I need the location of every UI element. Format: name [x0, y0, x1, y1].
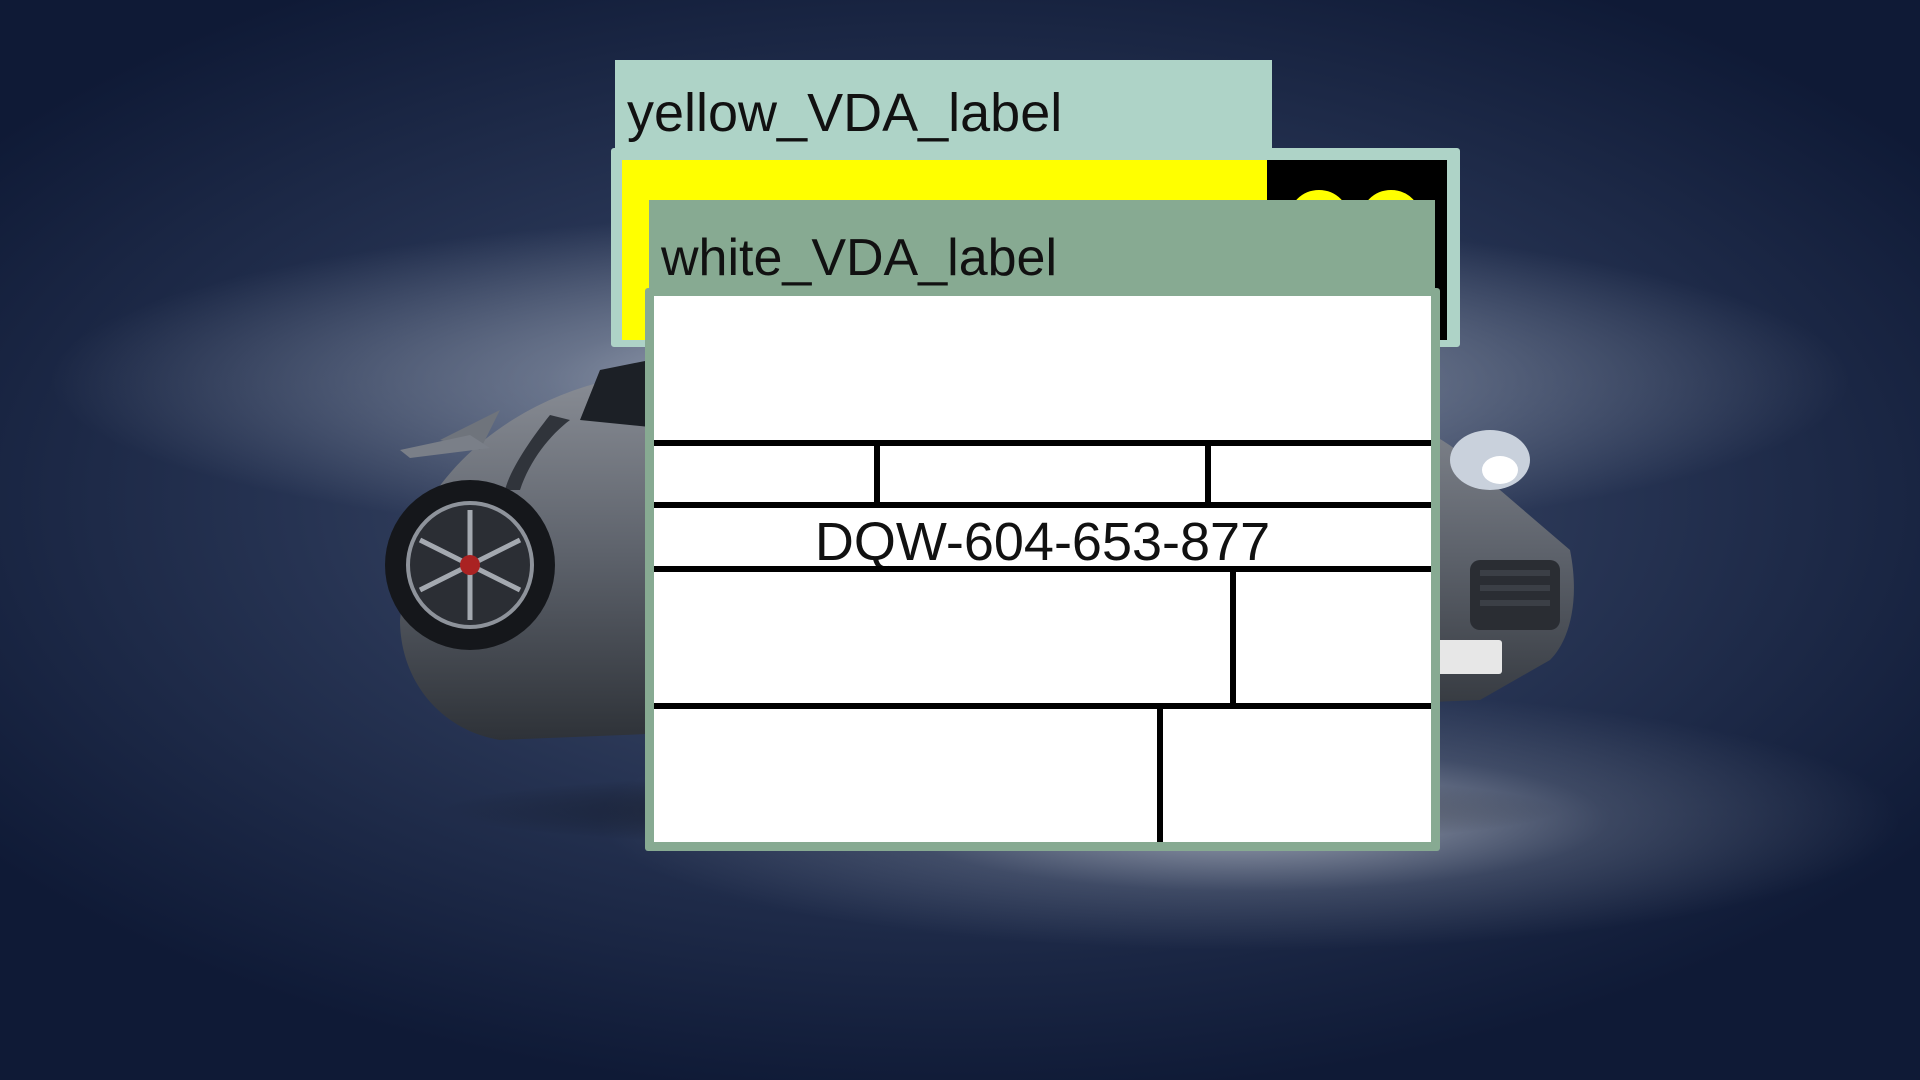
white-label-title: white_VDA_label: [661, 229, 1058, 287]
label-divider: [654, 502, 1431, 508]
white-label-plate-number: DQW-604-653-877: [814, 512, 1271, 572]
white-label-body: DQW-604-653-877: [654, 296, 1431, 842]
label-divider: [654, 703, 1431, 709]
white-label-title-bar[interactable]: white_VDA_label: [649, 200, 1435, 296]
label-divider: [874, 440, 880, 502]
label-divider: [1230, 566, 1236, 704]
label-divider: [1205, 440, 1211, 502]
white-label-frame[interactable]: DQW-604-653-877: [645, 288, 1440, 851]
label-divider: [1157, 703, 1163, 842]
label-divider: [654, 566, 1431, 572]
yellow-label-title-bar[interactable]: yellow_VDA_label: [615, 60, 1272, 158]
yellow-label-title: yellow_VDA_label: [627, 83, 1063, 143]
label-divider: [654, 440, 1431, 446]
desktop-background: yellow_VDA_label white_VDA_label DQW-604…: [0, 0, 1920, 1080]
